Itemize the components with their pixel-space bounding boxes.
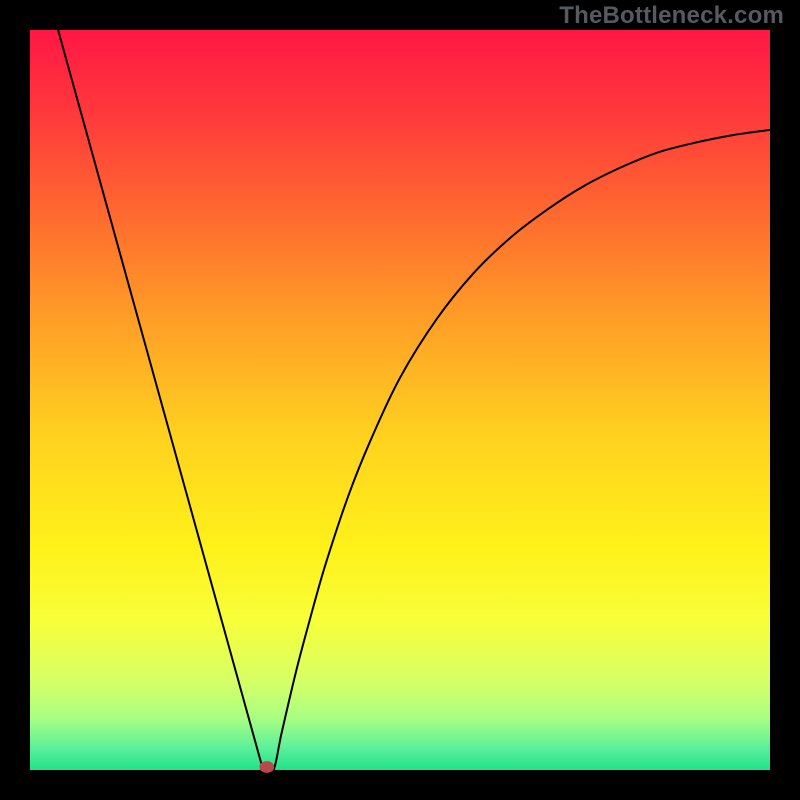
minimum-marker [259, 761, 274, 773]
chart-container: TheBottleneck.com [0, 0, 800, 800]
watermark-label: TheBottleneck.com [559, 2, 784, 30]
bottleneck-chart [0, 0, 800, 800]
gradient-background [30, 30, 770, 770]
